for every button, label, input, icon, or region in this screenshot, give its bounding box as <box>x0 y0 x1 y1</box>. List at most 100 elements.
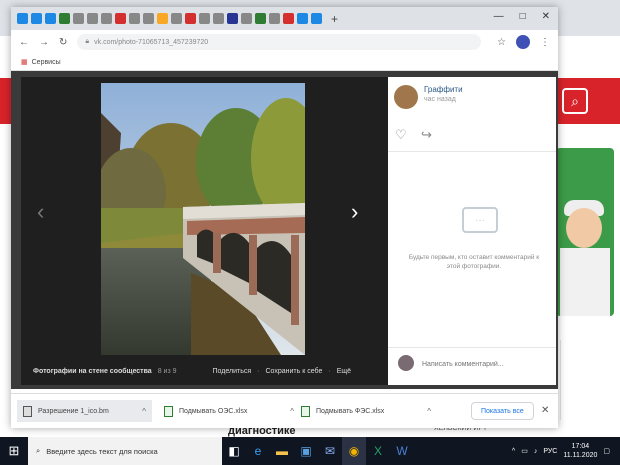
profile-avatar[interactable] <box>516 35 530 49</box>
tab-favicon[interactable] <box>185 13 196 24</box>
advert-banner[interactable] <box>556 148 614 316</box>
close-window-button[interactable]: ✕ <box>542 11 550 22</box>
comments-empty-icon: ··· <box>462 207 498 233</box>
reload-icon[interactable]: ↻ <box>59 37 67 48</box>
dot-separator: · <box>257 367 260 375</box>
photo-caption-bar: Фотографии на стене сообщества 8 из 9 По… <box>21 359 388 383</box>
empty-comments-text: Будьте первым, кто оставит комментарий к… <box>408 254 540 270</box>
background-sidebar <box>560 340 616 420</box>
word-icon[interactable]: W <box>390 437 414 465</box>
taskbar-search-box[interactable]: ⌕ Введите здесь текст для поиска <box>28 437 222 465</box>
chrome-icon[interactable]: ◉ <box>342 437 366 465</box>
tab-favicon[interactable] <box>297 13 308 24</box>
address-bar[interactable]: 🔒︎ vk.com/photo-71065713_457239720 <box>77 34 482 50</box>
forward-arrow-icon[interactable]: → <box>39 37 49 48</box>
bookmark-services[interactable]: Сервисы <box>32 59 61 66</box>
divider <box>388 347 556 348</box>
tab-favicon[interactable] <box>87 13 98 24</box>
download-filename: Разрешение 1_ico.bm <box>38 407 109 415</box>
tab-favicon[interactable] <box>31 13 42 24</box>
next-photo-arrow-icon[interactable]: › <box>351 199 358 225</box>
author-name[interactable]: Граффити <box>424 85 463 94</box>
divider <box>388 151 556 152</box>
store-icon[interactable]: ▣ <box>294 437 318 465</box>
excel-icon[interactable]: X <box>366 437 390 465</box>
mail-icon[interactable]: ✉ <box>318 437 342 465</box>
share-link[interactable]: Поделиться <box>213 368 252 375</box>
explorer-folder-icon[interactable]: ▬ <box>270 437 294 465</box>
browser-toolbar: ← → ↻ 🔒︎ vk.com/photo-71065713_457239720… <box>11 30 558 54</box>
network-icon[interactable]: ▭ <box>521 447 528 455</box>
download-filename: Подмывать ОЭС.xlsx <box>179 407 248 415</box>
photo[interactable] <box>101 83 305 355</box>
save-link[interactable]: Сохранить к себе <box>266 368 323 375</box>
tab-favicon[interactable] <box>283 13 294 24</box>
tray-chevron-icon[interactable]: ^ <box>512 448 515 455</box>
clock-time: 17:04 <box>571 443 590 450</box>
chevron-up-icon[interactable]: ^ <box>290 407 294 416</box>
address-text: vk.com/photo-71065713_457239720 <box>94 38 209 46</box>
tab-favicon[interactable] <box>311 13 322 24</box>
tab-favicon[interactable] <box>255 13 266 24</box>
star-icon[interactable]: ☆ <box>497 37 506 48</box>
tab-favicon[interactable] <box>143 13 154 24</box>
download-item[interactable]: Подмывать ФЭС.xlsx ^ <box>301 400 431 422</box>
page-content: ‹ › Фотографии на стене сообщества 8 из … <box>11 71 558 389</box>
new-tab-button[interactable]: + <box>331 12 338 26</box>
more-link[interactable]: Ещё <box>337 368 351 375</box>
tab-favicon[interactable] <box>171 13 182 24</box>
tab-favicon[interactable] <box>59 13 70 24</box>
tab-strip: + <box>11 7 558 30</box>
back-arrow-icon[interactable]: ← <box>19 37 29 48</box>
previous-photo-arrow-icon[interactable]: ‹ <box>37 199 44 225</box>
photo-image <box>101 83 305 355</box>
photo-viewer: ‹ › Фотографии на стене сообщества 8 из … <box>21 77 388 385</box>
windows-start-icon[interactable]: ⊞ <box>0 437 28 465</box>
tab-favicon[interactable] <box>101 13 112 24</box>
tab-favicon[interactable] <box>213 13 224 24</box>
minimize-button[interactable]: — <box>494 11 504 22</box>
tab-favicon[interactable] <box>17 13 28 24</box>
tab-favicon[interactable] <box>199 13 210 24</box>
album-label[interactable]: Фотографии на стене сообщества <box>33 368 152 375</box>
maximize-button[interactable]: □ <box>520 11 526 22</box>
task-view-icon[interactable]: ◧ <box>222 437 246 465</box>
close-downloads-icon[interactable]: ✕ <box>541 405 549 416</box>
user-avatar <box>398 355 414 371</box>
post-time: час назад <box>424 96 456 103</box>
author-avatar[interactable] <box>394 85 418 109</box>
menu-icon[interactable]: ⋮ <box>540 37 550 48</box>
clock[interactable]: 17:04 11.11.2020 <box>563 442 597 460</box>
photo-counter: 8 из 9 <box>157 367 177 375</box>
comment-input[interactable] <box>422 357 548 371</box>
tab-favicon[interactable] <box>115 13 126 24</box>
tab-favicon[interactable] <box>129 13 140 24</box>
language-indicator[interactable]: РУС <box>543 448 557 455</box>
excel-file-icon <box>164 405 173 417</box>
share-arrow-icon[interactable]: ↪ <box>421 127 432 143</box>
download-item[interactable]: Разрешение 1_ico.bm ^ <box>17 400 152 422</box>
edge-icon[interactable]: e <box>246 437 270 465</box>
tab-favicon[interactable] <box>241 13 252 24</box>
tab-favicon[interactable] <box>269 13 280 24</box>
chevron-up-icon[interactable]: ^ <box>142 407 146 416</box>
tab-favicon[interactable] <box>227 13 238 24</box>
like-heart-icon[interactable]: ♡ <box>395 127 407 143</box>
tab-favicon[interactable] <box>73 13 84 24</box>
excel-file-icon <box>301 405 310 417</box>
tab-favicon[interactable] <box>45 13 56 24</box>
chevron-up-icon[interactable]: ^ <box>427 407 431 416</box>
show-all-downloads-button[interactable]: Показать все <box>471 402 534 420</box>
volume-icon[interactable]: ♪ <box>534 448 538 455</box>
browser-window: + — □ ✕ ← → ↻ 🔒︎ vk.com/photo-71065713_4… <box>11 7 558 428</box>
lock-icon: 🔒︎ <box>85 38 90 45</box>
download-item[interactable]: Подмывать ОЭС.xlsx ^ <box>164 400 294 422</box>
apps-icon[interactable]: ▦ <box>21 58 28 66</box>
downloads-bar: Разрешение 1_ico.bm ^ Подмывать ОЭС.xlsx… <box>11 393 558 428</box>
file-icon <box>23 405 32 417</box>
download-filename: Подмывать ФЭС.xlsx <box>316 407 385 415</box>
notifications-icon[interactable]: ▢ <box>603 447 610 455</box>
search-icon[interactable]: ⌕ <box>562 88 588 114</box>
tab-favicon[interactable] <box>157 13 168 24</box>
dot-separator: · <box>328 367 331 375</box>
